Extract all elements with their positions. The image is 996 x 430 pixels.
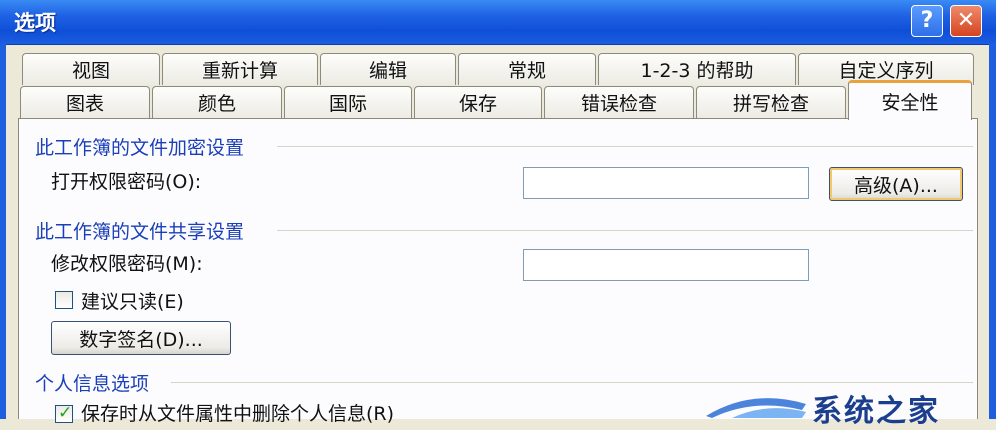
encryption-section-title: 此工作簿的文件加密设置 xyxy=(35,137,245,159)
tab-recalculation[interactable]: 重新计算 xyxy=(162,53,318,85)
help-icon: ? xyxy=(920,8,934,33)
modify-password-label: 修改权限密码(M): xyxy=(51,253,203,275)
tab-color[interactable]: 颜色 xyxy=(152,86,282,118)
advanced-button[interactable]: 高级(A)... xyxy=(829,167,963,201)
remove-personal-info-checkbox[interactable]: ✓ xyxy=(55,403,73,423)
privacy-section-title: 个人信息选项 xyxy=(35,373,150,395)
open-password-input[interactable] xyxy=(523,167,809,199)
check-icon: ✓ xyxy=(58,403,73,423)
window-frame-right xyxy=(989,44,996,419)
open-password-label: 打开权限密码(O): xyxy=(51,171,202,193)
section-divider xyxy=(277,230,973,231)
help-button[interactable]: ? xyxy=(911,5,943,37)
window-title: 选项 xyxy=(14,11,56,35)
tab-view[interactable]: 视图 xyxy=(22,53,160,85)
modify-password-input[interactable] xyxy=(523,249,809,281)
tab-security[interactable]: 安全性 xyxy=(848,80,972,120)
tab-save[interactable]: 保存 xyxy=(414,86,542,118)
close-button[interactable]: ✕ xyxy=(950,5,982,37)
security-panel: 此工作簿的文件加密设置 打开权限密码(O): 高级(A)... 此工作簿的文件共… xyxy=(18,118,978,425)
sharing-section-title: 此工作簿的文件共享设置 xyxy=(35,221,245,243)
tab-lotus-help[interactable]: 1-2-3 的帮助 xyxy=(598,53,796,85)
remove-personal-info-label: 保存时从文件属性中删除个人信息(R) xyxy=(81,403,395,425)
readonly-recommended-label: 建议只读(E) xyxy=(81,291,184,313)
tab-spelling[interactable]: 拼写检查 xyxy=(696,86,846,118)
readonly-recommended-checkbox[interactable] xyxy=(55,291,73,309)
tab-general[interactable]: 常规 xyxy=(458,53,596,85)
title-bar: 选项 ? ✕ xyxy=(0,0,996,45)
watermark-text: 系统之家 xyxy=(812,394,940,429)
watermark-logo: 系统之家 xyxy=(702,378,996,429)
section-divider xyxy=(277,146,973,147)
tab-error-checking[interactable]: 错误检查 xyxy=(544,86,694,118)
tab-chart[interactable]: 图表 xyxy=(20,86,150,118)
close-icon: ✕ xyxy=(956,8,976,33)
watermark-swoosh-icon xyxy=(706,398,806,418)
window-frame-left xyxy=(0,44,6,419)
digital-signature-button[interactable]: 数字签名(D)... xyxy=(51,321,231,355)
tab-international[interactable]: 国际 xyxy=(284,86,412,118)
tab-edit[interactable]: 编辑 xyxy=(320,53,456,85)
